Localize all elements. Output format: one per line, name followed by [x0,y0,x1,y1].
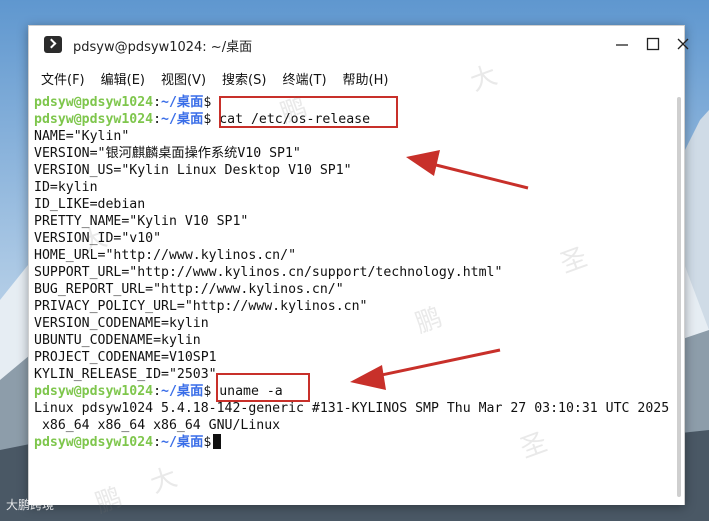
maximize-button[interactable] [639,32,667,58]
prompt-line-current: pdsyw@pdsyw1024:~/桌面$ [34,434,669,451]
output-line: BUG_REPORT_URL="http://www.kylinos.cn/" [34,282,344,297]
output-line: PROJECT_CODENAME=V10SP1 [34,350,217,365]
scrollbar[interactable] [677,97,681,497]
output-line: PRETTY_NAME="Kylin V10 SP1" [34,214,249,229]
output-line: x86_64 x86_64 x86_64 GNU/Linux [34,418,281,433]
prompt-separator: : [153,95,162,110]
output-line: KYLIN_RELEASE_ID="2503" [34,367,217,382]
output-line: HOME_URL="http://www.kylinos.cn/" [34,248,297,263]
prompt-path: ~/桌面 [161,384,204,399]
menu-edit[interactable]: 编辑(E) [101,69,145,88]
menu-terminal[interactable]: 终端(T) [282,69,326,88]
prompt-path: ~/桌面 [161,435,204,450]
prompt-path: ~/桌面 [161,112,204,127]
output-line: VERSION_ID="v10" [34,231,162,246]
prompt-separator: : [153,112,162,127]
prompt-line-command: pdsyw@pdsyw1024:~/桌面$ uname -a [34,383,669,400]
prompt-separator: : [153,384,162,399]
output-line: VERSION_CODENAME=kylin [34,316,209,331]
prompt-path: ~/桌面 [161,95,204,110]
close-icon [677,38,689,50]
prompt-user: pdsyw@pdsyw1024 [34,435,154,450]
menu-bar: 文件(F) 编辑(E) 视图(V) 搜索(S) 终端(T) 帮助(H) [29,63,684,93]
prompt-separator: : [153,435,162,450]
menu-help[interactable]: 帮助(H) [343,69,389,88]
prompt-user: pdsyw@pdsyw1024 [34,112,154,127]
text-cursor [213,434,222,449]
menu-view[interactable]: 视图(V) [161,69,206,88]
output-line: UBUNTU_CODENAME=kylin [34,333,201,348]
terminal-window: pdsyw@pdsyw1024: ~/桌面 文件(F) 编辑(E) 视图(V) … [28,25,689,505]
highlight-box-cat-command [219,96,398,128]
prompt-symbol: $ [203,95,212,110]
corner-watermark: 大鹏跨境 [6,498,55,512]
output-line: NAME="Kylin" [34,129,130,144]
title-bar[interactable]: pdsyw@pdsyw1024: ~/桌面 [29,26,689,63]
highlight-box-uname-command [216,373,310,402]
output-line: ID=kylin [34,180,98,195]
window-title: pdsyw@pdsyw1024: ~/桌面 [73,40,253,55]
output-line: Linux pdsyw1024 5.4.18-142-generic #131-… [34,401,670,416]
output-line: VERSION="银河麒麟桌面操作系统V10 SP1" [34,146,301,161]
output-line: PRIVACY_POLICY_URL="http://www.kylinos.c… [34,299,368,314]
output-line: VERSION_US="Kylin Linux Desktop V10 SP1" [34,163,352,178]
terminal-lines: pdsyw@pdsyw1024:~/桌面$ pdsyw@pdsyw1024:~/… [34,94,669,451]
output-line: SUPPORT_URL="http://www.kylinos.cn/suppo… [34,265,503,280]
terminal-app-icon [44,36,62,53]
prompt-user: pdsyw@pdsyw1024 [34,95,154,110]
close-button[interactable] [669,32,697,58]
output-line: ID_LIKE=debian [34,197,146,212]
prompt-user: pdsyw@pdsyw1024 [34,384,154,399]
minimize-icon [616,44,628,46]
menu-file[interactable]: 文件(F) [41,69,85,88]
maximize-icon [646,37,660,51]
prompt-symbol: $ [203,435,212,450]
menu-search[interactable]: 搜索(S) [222,69,266,88]
terminal-output[interactable]: pdsyw@pdsyw1024:~/桌面$ pdsyw@pdsyw1024:~/… [29,93,684,505]
minimize-button[interactable] [608,32,636,58]
